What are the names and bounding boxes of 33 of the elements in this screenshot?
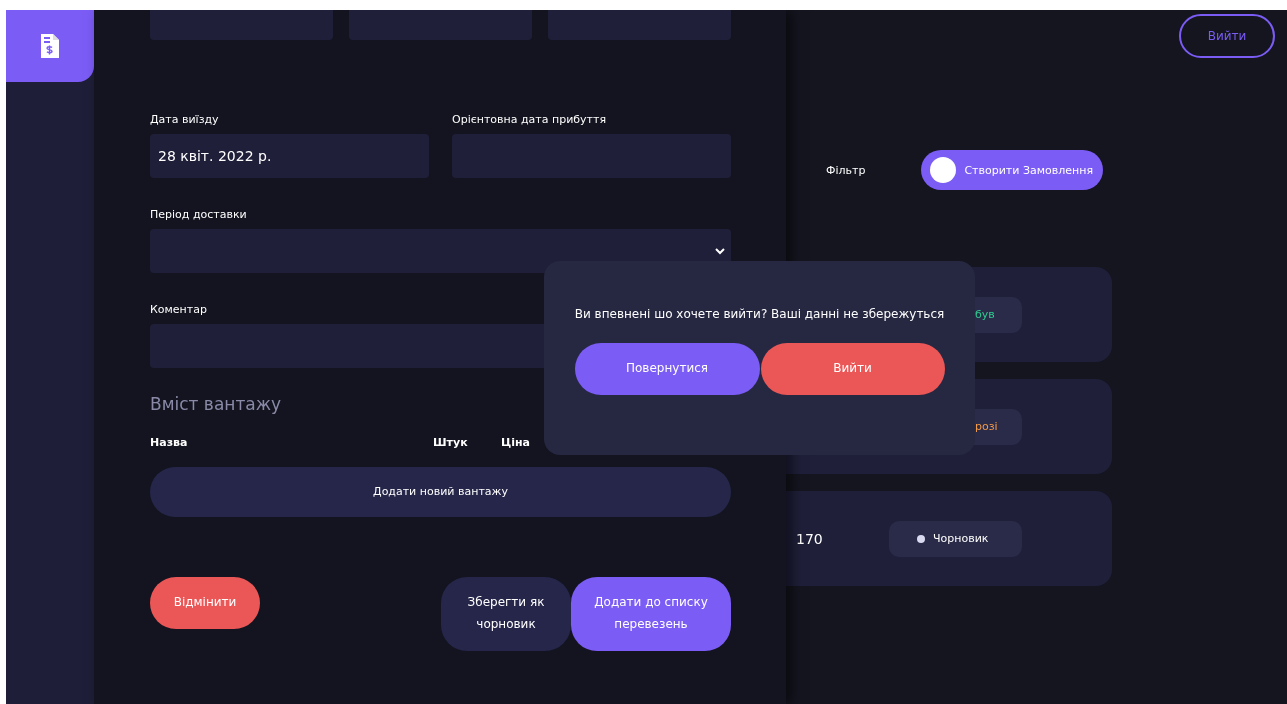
chevron-down-icon <box>715 247 725 255</box>
date-field[interactable] <box>452 134 731 178</box>
back-button[interactable]: Повернутися <box>574 343 760 395</box>
field-label: Коментар <box>150 303 207 316</box>
sidebar-item[interactable] <box>6 10 94 82</box>
field-label: Дата виїзду <box>150 113 219 126</box>
section-title: Вміст вантажу <box>150 394 282 414</box>
input-field[interactable] <box>548 10 731 40</box>
toggle-knob-icon <box>930 157 957 183</box>
column-header: Ціна <box>501 436 531 449</box>
status-text: розі <box>975 420 998 433</box>
column-header: Штук <box>433 436 469 449</box>
save-draft-button[interactable]: Зберегти як чорновик <box>441 577 571 651</box>
input-field[interactable] <box>349 10 532 40</box>
invoice-icon <box>41 34 59 58</box>
add-cargo-button[interactable]: Додати новий вантажу <box>150 467 731 517</box>
submit-button[interactable]: Додати до списку перевезень <box>571 577 731 651</box>
column-header: Назва <box>150 436 189 449</box>
create-order-button[interactable]: Створити Замовлення <box>921 150 1104 190</box>
status-text: був <box>975 308 995 321</box>
order-number: 170 <box>795 530 824 547</box>
status-text: Чорновик <box>933 532 989 545</box>
field-label: Період доставки <box>150 208 247 221</box>
dialog-message: Ви впевнені шо хочете вийти? Ваші данні не збережуться <box>574 307 945 321</box>
select-field[interactable] <box>150 229 731 273</box>
filter-label: Фільтр <box>826 163 866 177</box>
cancel-button[interactable]: Відмінити <box>150 577 260 629</box>
input-field[interactable] <box>150 10 333 40</box>
date-field[interactable]: 28 квіт. 2022 р. <box>150 134 429 178</box>
order-card[interactable]: 170 Чорновик <box>786 491 1112 586</box>
field-label: Орієнтовна дата прибуття <box>452 113 607 126</box>
logout-button[interactable]: Вийти <box>1179 14 1275 58</box>
exit-button[interactable]: Вийти <box>760 343 945 395</box>
